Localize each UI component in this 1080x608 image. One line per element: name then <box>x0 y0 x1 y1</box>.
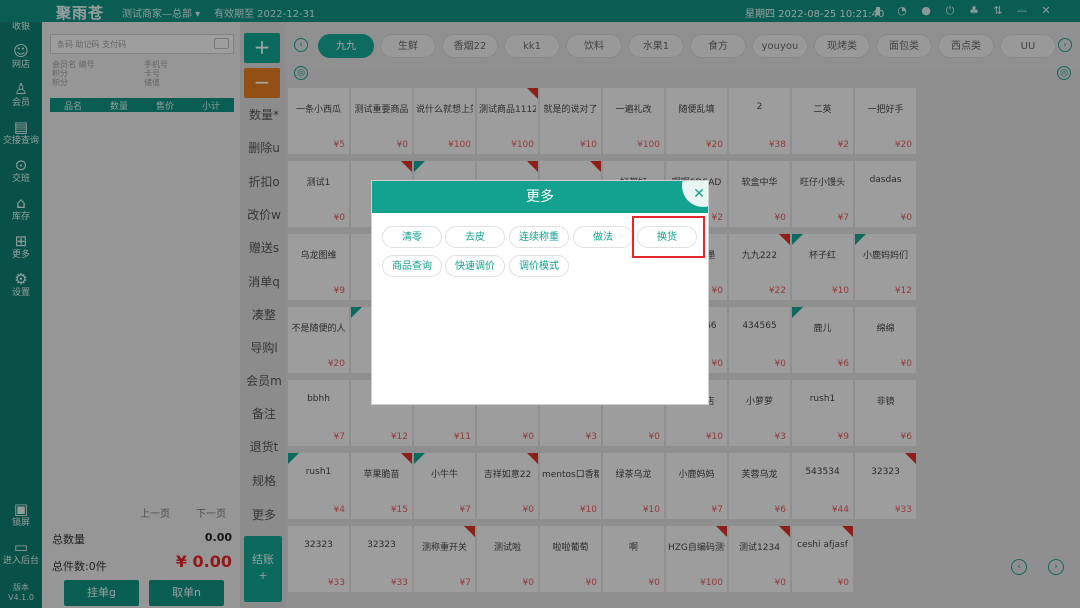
dialog-title: 更多 <box>526 189 554 205</box>
option-quick-price[interactable]: 快速调价 <box>445 255 505 277</box>
dialog-header: 更多 ✕ <box>372 181 708 213</box>
option-tare[interactable]: 去皮 <box>445 226 505 248</box>
option-price-mode[interactable]: 调价模式 <box>509 255 569 277</box>
exchange-highlight-box <box>632 216 705 258</box>
option-continuous-weigh[interactable]: 连续称重 <box>509 226 569 248</box>
close-icon[interactable]: ✕ <box>682 181 708 207</box>
more-dialog: 更多 ✕ 清零 去皮 连续称重 做法 换货 商品查询 快速调价 调价模式 <box>371 180 709 405</box>
option-method[interactable]: 做法 <box>573 226 633 248</box>
option-product-query[interactable]: 商品查询 <box>382 255 442 277</box>
option-clear-zero[interactable]: 清零 <box>382 226 442 248</box>
